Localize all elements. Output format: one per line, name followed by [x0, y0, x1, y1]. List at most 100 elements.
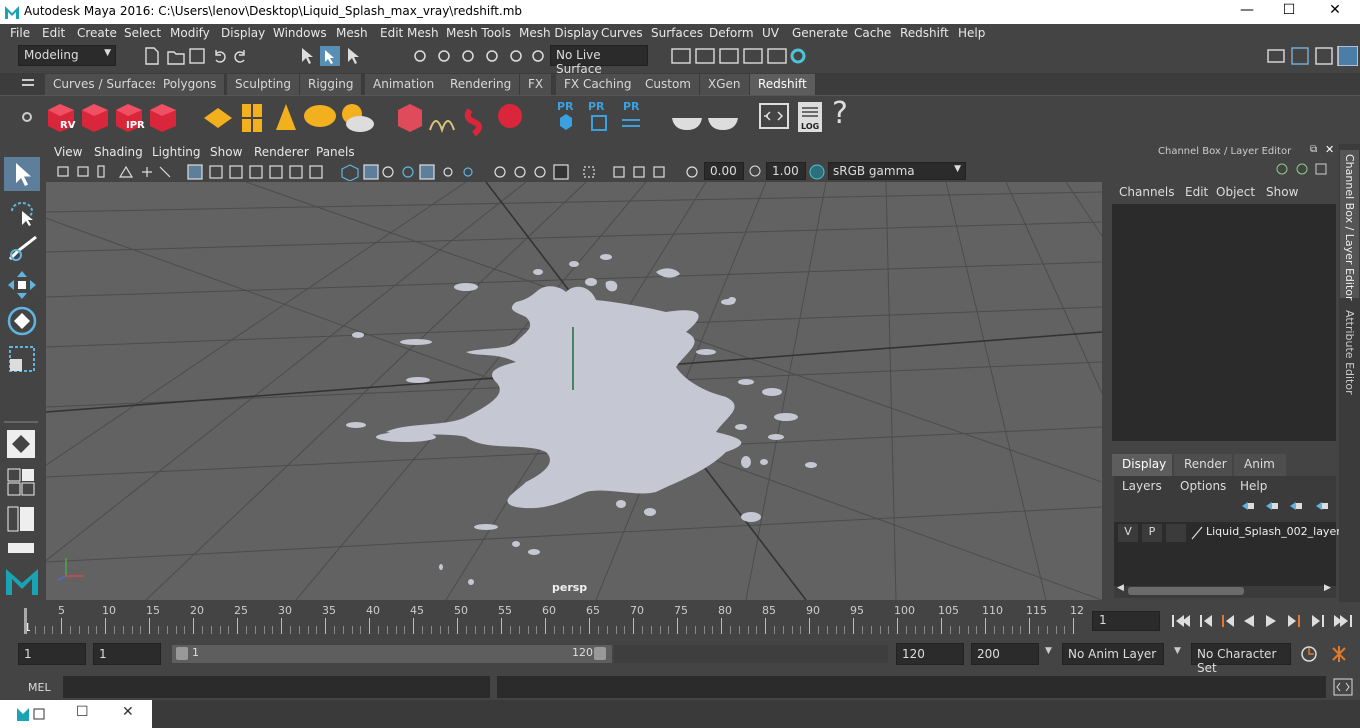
menu-mesh[interactable]: Mesh: [336, 26, 368, 40]
scrollbar-thumb[interactable]: [1128, 587, 1244, 595]
tab-anim[interactable]: Anim: [1234, 454, 1286, 476]
tab-xgen[interactable]: XGen: [700, 74, 750, 95]
channel-box-display-icons[interactable]: [1274, 162, 1330, 176]
menu-modify[interactable]: Modify: [170, 26, 210, 40]
tab-custom[interactable]: Custom: [637, 74, 700, 95]
scroll-left-icon[interactable]: ◀: [1117, 583, 1124, 593]
tab-fx-caching[interactable]: FX Caching: [556, 74, 641, 95]
list-item[interactable]: V P Liquid_Splash_002_layer: [1114, 524, 1341, 542]
tab-polygons[interactable]: Polygons: [155, 74, 226, 95]
current-frame-field[interactable]: 1: [1092, 611, 1160, 631]
script-editor-icon[interactable]: [1333, 678, 1353, 696]
lasso-tool-icon[interactable]: [6, 197, 38, 229]
menu-cache[interactable]: Cache: [854, 26, 891, 40]
side-tab-channel-box[interactable]: Channel Box / Layer Editor: [1340, 150, 1359, 301]
vp-menu-shading[interactable]: Shading: [94, 145, 143, 159]
layer-menu-help[interactable]: Help: [1240, 479, 1267, 493]
menu-create[interactable]: Create: [77, 26, 117, 40]
close-panel-icon[interactable]: ✕: [1325, 143, 1334, 156]
anim-layer-dropdown[interactable]: No Anim Layer: [1062, 643, 1164, 665]
end-time-field[interactable]: 200: [971, 643, 1039, 665]
start-time-field[interactable]: 1: [18, 643, 86, 665]
playback-start-field[interactable]: 1: [93, 643, 161, 665]
menu-uv[interactable]: UV: [762, 26, 779, 40]
command-input[interactable]: [63, 676, 490, 698]
tab-sculpting[interactable]: Sculpting: [227, 74, 301, 95]
menu-file[interactable]: File: [10, 26, 30, 40]
scale-tool-icon[interactable]: [6, 343, 38, 375]
move-tool-icon[interactable]: [6, 269, 38, 301]
vp-menu-show[interactable]: Show: [210, 145, 242, 159]
menu-deform[interactable]: Deform: [709, 26, 754, 40]
cb-menu-edit[interactable]: Edit: [1185, 185, 1208, 199]
select-tool-button[interactable]: [4, 157, 40, 191]
cb-menu-show[interactable]: Show: [1266, 185, 1298, 199]
playback-end-field[interactable]: 120: [896, 643, 964, 665]
code-icon[interactable]: [758, 100, 792, 134]
menu-curves[interactable]: Curves: [601, 26, 643, 40]
layer-playback-toggle[interactable]: P: [1142, 524, 1162, 542]
layer-menu-options[interactable]: Options: [1180, 479, 1226, 493]
vp-menu-lighting[interactable]: Lighting: [152, 145, 201, 159]
layer-type-toggle[interactable]: [1166, 524, 1186, 542]
range-end-handle[interactable]: [594, 647, 606, 660]
gamma-field[interactable]: 1.00: [766, 162, 806, 180]
vp-menu-view[interactable]: View: [54, 145, 82, 159]
menu-windows[interactable]: Windows: [273, 26, 327, 40]
menu-edit[interactable]: Edit: [42, 26, 65, 40]
character-set-dropdown[interactable]: No Character Set: [1191, 643, 1291, 675]
range-start-handle[interactable]: [176, 647, 188, 660]
paint-select-tool-icon[interactable]: [6, 233, 38, 265]
side-tab-attribute-editor[interactable]: Attribute Editor: [1340, 304, 1359, 396]
redshift-proxy-icons[interactable]: [394, 100, 528, 136]
tab-animation[interactable]: Animation: [365, 74, 444, 95]
scroll-right-icon[interactable]: ▶: [1324, 583, 1331, 593]
tab-rigging[interactable]: Rigging: [300, 74, 363, 95]
outliner-layout-icon[interactable]: [6, 541, 36, 555]
perspective-viewport[interactable]: persp: [46, 182, 1102, 600]
menu-surfaces[interactable]: Surfaces: [651, 26, 703, 40]
live-surface-field[interactable]: No Live Surface: [550, 45, 648, 76]
minimized-window[interactable]: ☐ ✕: [0, 700, 152, 728]
tab-fx[interactable]: FX: [520, 74, 553, 95]
help-icon[interactable]: ?: [832, 96, 848, 131]
minimize-button[interactable]: —: [1232, 2, 1262, 22]
tab-redshift[interactable]: Redshift: [750, 74, 816, 95]
two-view-layout-icon[interactable]: [6, 505, 36, 533]
command-line-label[interactable]: MEL: [28, 681, 51, 694]
prefs-icons[interactable]: [1299, 644, 1357, 664]
restore-window-icon[interactable]: [16, 706, 46, 722]
shelf-menu-icon[interactable]: [22, 79, 34, 81]
cb-menu-object[interactable]: Object: [1216, 185, 1255, 199]
menu-edit-mesh[interactable]: Edit Mesh: [380, 26, 439, 40]
tab-curves-surfaces[interactable]: Curves / Surfaces: [45, 74, 168, 95]
maximize-icon[interactable]: ☐: [76, 704, 89, 720]
menu-help[interactable]: Help: [958, 26, 985, 40]
tab-rendering[interactable]: Rendering: [442, 74, 521, 95]
vp-menu-renderer[interactable]: Renderer: [254, 145, 309, 159]
exposure-field[interactable]: 0.00: [704, 162, 744, 180]
layer-name[interactable]: Liquid_Splash_002_layer: [1206, 525, 1341, 538]
float-panel-icon[interactable]: ⧉: [1310, 144, 1317, 155]
viewport-panel-icons[interactable]: [54, 163, 704, 181]
time-slider[interactable]: 5 10 15 20 25 30 35 40 45 50 55 60 65 70 75 80 85 90 95 100…: [18, 604, 1086, 634]
liquid-splash-mesh[interactable]: [346, 254, 817, 585]
redshift-material-icons[interactable]: [668, 100, 744, 136]
colorspace-dropdown[interactable]: sRGB gamma ▼: [828, 162, 966, 180]
close-button[interactable]: ✕: [1320, 2, 1350, 22]
menu-display[interactable]: Display: [221, 26, 265, 40]
maya-home-icon[interactable]: [4, 565, 40, 597]
layer-scrollbar[interactable]: ◀ ▶: [1116, 583, 1334, 596]
layer-color-icon[interactable]: [1190, 525, 1204, 541]
cb-menu-channels[interactable]: Channels: [1119, 185, 1175, 199]
single-view-layout-icon[interactable]: [6, 429, 36, 459]
playback-controls[interactable]: [1168, 610, 1358, 632]
four-view-layout-icon[interactable]: [6, 467, 36, 497]
menu-redshift[interactable]: Redshift: [900, 26, 949, 40]
menu-select[interactable]: Select: [124, 26, 161, 40]
tab-render[interactable]: Render: [1174, 454, 1232, 476]
menu-mesh-tools[interactable]: Mesh Tools: [446, 26, 511, 40]
range-slider[interactable]: 1 120: [172, 645, 612, 663]
playhead[interactable]: [24, 608, 27, 634]
layer-visibility-toggle[interactable]: V: [1118, 524, 1138, 542]
